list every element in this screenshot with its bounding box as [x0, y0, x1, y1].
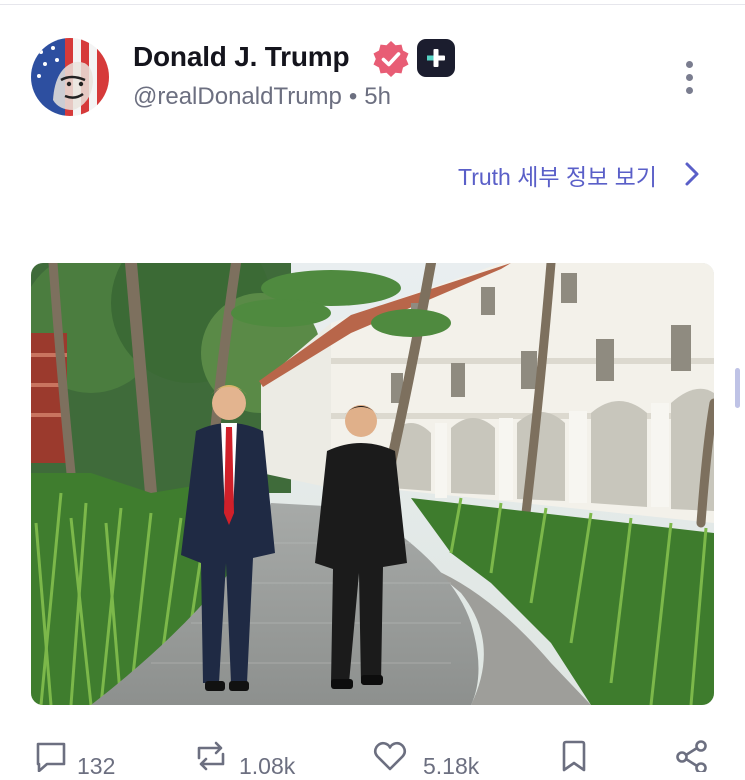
- share-button[interactable]: [675, 740, 709, 772]
- separator-dot: •: [348, 83, 358, 110]
- share-icon: [676, 740, 707, 772]
- more-options-button[interactable]: [675, 56, 705, 100]
- scrollbar-thumb[interactable]: [735, 368, 740, 408]
- reply-button[interactable]: 132: [35, 740, 135, 779]
- more-vertical-icon: [686, 61, 693, 68]
- author-meta: @realDonaldTrump • 5h: [133, 83, 391, 111]
- verified-badge-icon: [371, 39, 411, 79]
- heart-icon: [373, 741, 407, 771]
- truth-details-link[interactable]: Truth 세부 정보 보기: [458, 158, 657, 192]
- chevron-right-icon[interactable]: [682, 161, 702, 187]
- reply-icon: [36, 742, 66, 772]
- top-divider: [0, 4, 745, 5]
- bookmark-button[interactable]: [560, 740, 590, 772]
- retruth-button[interactable]: 1.08k: [195, 740, 315, 779]
- action-bar: 132 1.08k 5.18k: [0, 732, 745, 779]
- author-name[interactable]: Donald J. Trump: [133, 41, 350, 73]
- avatar[interactable]: [31, 38, 109, 116]
- post-image[interactable]: [31, 263, 714, 705]
- post-time[interactable]: 5h: [364, 83, 391, 110]
- author-handle[interactable]: @realDonaldTrump: [133, 83, 342, 110]
- truth-plus-icon: [417, 39, 455, 77]
- retruth-icon: [197, 741, 225, 771]
- like-button[interactable]: 5.18k: [373, 740, 493, 779]
- bookmark-icon: [562, 740, 586, 772]
